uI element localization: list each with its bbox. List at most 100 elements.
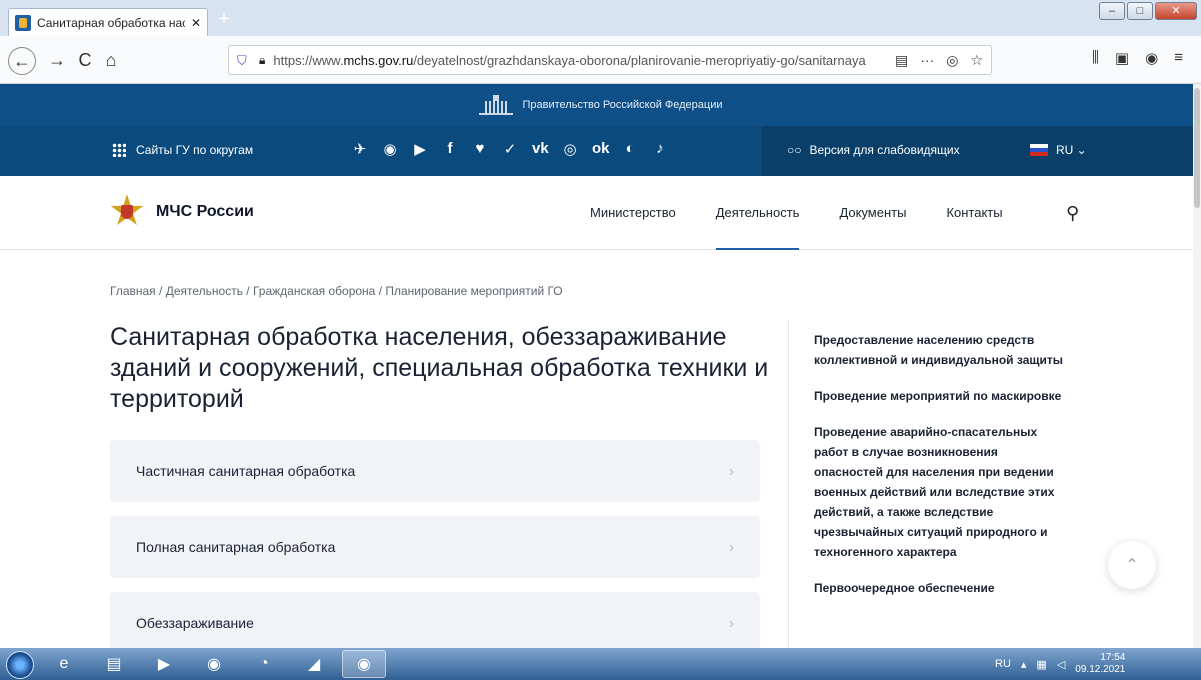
heart-icon[interactable]: ♥ xyxy=(472,140,488,158)
reader-view-icon[interactable]: ▤ xyxy=(895,52,908,69)
main-content: ГлавнаяДеятельностьГражданская оборонаПл… xyxy=(0,250,1201,654)
social-links: ✈ ◉ ▶ f ♥ ✓ vk ◎ ok ◐ ♪ xyxy=(352,140,668,158)
menu-item-documents[interactable]: Документы xyxy=(839,176,906,250)
home-button[interactable]: ⌂ xyxy=(100,49,122,71)
gov-banner[interactable]: Правительство Российской Федерации xyxy=(0,84,1201,126)
browser-tab[interactable]: Санитарная обработка населения ✕ xyxy=(8,8,208,36)
regional-sites-label: Сайты ГУ по округам xyxy=(136,143,254,157)
page-actions-icon[interactable]: ··· xyxy=(920,52,934,69)
library-icon[interactable]: ⫼ xyxy=(1092,49,1099,67)
browser-toolbar: ← → C ⌂ ⛉ 🔒︎ https://www.mchs.gov.ru/dey… xyxy=(0,36,1201,84)
menu-item-activity[interactable]: Деятельность xyxy=(715,176,799,250)
top-bar: Сайты ГУ по округам ✈ ◉ ▶ f ♥ ✓ vk ◎ ok … xyxy=(0,126,1201,176)
clock-date: 09.12.2021 xyxy=(1075,664,1126,675)
sidebar-links: Предоставление населению средств коллект… xyxy=(814,330,1064,614)
scrollbar-thumb[interactable] xyxy=(1194,88,1200,208)
breadcrumb-civil-defense[interactable]: Гражданская оборона xyxy=(243,284,375,298)
browser-tabbar: Санитарная обработка населения ✕ + – □ ✕ xyxy=(0,0,1201,36)
russia-flag-icon xyxy=(1030,144,1048,156)
language-indicator[interactable]: RU xyxy=(995,658,1011,670)
twitter-icon[interactable]: ✓ xyxy=(502,140,518,158)
odnoklassniki-icon[interactable]: ok xyxy=(592,140,610,158)
accessibility-label: Версия для слабовидящих xyxy=(809,143,960,157)
reload-button[interactable]: C xyxy=(74,49,96,71)
site-favicon-icon xyxy=(15,14,31,31)
card-partial-sanitation[interactable]: Частичная санитарная обработка › xyxy=(110,440,760,502)
regional-sites-link[interactable]: Сайты ГУ по округам xyxy=(112,143,253,157)
breadcrumb-home[interactable]: Главная xyxy=(110,284,156,298)
app-icon[interactable]: ◔ xyxy=(242,650,286,678)
site-logo[interactable]: МЧС России xyxy=(110,190,254,234)
viber-icon[interactable]: ◐ xyxy=(622,140,638,158)
vk-icon[interactable]: vk xyxy=(532,140,549,158)
firefox-icon[interactable]: ◉ xyxy=(192,650,236,678)
card-disinfection[interactable]: Обеззараживание › xyxy=(110,592,760,654)
maximize-button[interactable]: □ xyxy=(1127,2,1153,20)
sidebar-link-protection[interactable]: Предоставление населению средств коллект… xyxy=(814,330,1064,370)
page-scrollbar[interactable] xyxy=(1193,84,1201,648)
card-label: Обеззараживание xyxy=(136,615,254,631)
tablet-icon[interactable]: ◢ xyxy=(292,650,336,678)
language-label: RU ⌄ xyxy=(1056,143,1087,157)
volume-icon[interactable]: ◁ xyxy=(1057,658,1065,671)
back-button[interactable]: ← xyxy=(8,47,36,75)
tray-arrow-icon[interactable]: ▴ xyxy=(1021,658,1027,671)
breadcrumb-activity[interactable]: Деятельность xyxy=(156,284,243,298)
search-icon[interactable]: ⚲ xyxy=(1066,203,1079,224)
card-full-sanitation[interactable]: Полная санитарная обработка › xyxy=(110,516,760,578)
menu-icon[interactable]: ≡ xyxy=(1174,49,1183,67)
mchs-emblem-icon xyxy=(110,190,144,234)
sidebar-link-rescue-works[interactable]: Проведение аварийно-спасательных работ в… xyxy=(814,422,1064,562)
breadcrumb-planning[interactable]: Планирование мероприятий ГО xyxy=(375,284,562,298)
start-button[interactable] xyxy=(0,648,36,680)
youtube-icon[interactable]: ▶ xyxy=(412,140,428,158)
card-label: Частичная санитарная обработка xyxy=(136,463,356,479)
tiktok-icon[interactable]: ♪ xyxy=(652,140,668,158)
scroll-to-top-button[interactable]: ⌃ xyxy=(1108,541,1156,589)
sidebar-icon[interactable]: ▣ xyxy=(1115,49,1129,67)
url-text[interactable]: https://www.mchs.gov.ru/deyatelnost/graz… xyxy=(273,53,885,68)
tab-title: Санитарная обработка населения xyxy=(37,15,185,30)
sidebar-link-priority-support[interactable]: Первоочередное обеспечение xyxy=(814,578,1064,598)
address-bar[interactable]: ⛉ 🔒︎ https://www.mchs.gov.ru/deyatelnost… xyxy=(228,45,992,75)
telegram-icon[interactable]: ✈ xyxy=(352,140,368,158)
minimize-button[interactable]: – xyxy=(1099,2,1125,20)
clock[interactable]: 17:54 09.12.2021 xyxy=(1075,652,1125,676)
forward-button[interactable]: → xyxy=(46,49,68,71)
zen-icon[interactable]: ◉ xyxy=(382,140,398,158)
instagram-icon[interactable]: ◎ xyxy=(562,140,578,158)
chevron-right-icon: › xyxy=(729,614,734,632)
sidebar-link-camouflage[interactable]: Проведение мероприятий по маскировке xyxy=(814,386,1064,406)
card-label: Полная санитарная обработка xyxy=(136,539,336,555)
facebook-icon[interactable]: f xyxy=(442,140,458,158)
url-tools: ▤ ··· ◎ ☆ xyxy=(895,52,983,69)
internet-explorer-icon[interactable]: e xyxy=(42,650,86,678)
clock-time: 17:54 xyxy=(1100,652,1126,663)
chevron-right-icon: › xyxy=(729,462,734,480)
menu-item-ministry[interactable]: Министерство xyxy=(590,176,676,250)
network-icon[interactable]: ▦ xyxy=(1036,658,1046,671)
accessibility-link[interactable]: ○○ Версия для слабовидящих xyxy=(787,143,960,157)
pocket-icon[interactable]: ◎ xyxy=(946,52,958,69)
file-explorer-icon[interactable]: ▤ xyxy=(92,650,136,678)
section-list: Частичная санитарная обработка › Полная … xyxy=(110,440,760,668)
firefox-active-icon[interactable]: ◉ xyxy=(342,650,386,678)
lock-icon[interactable]: 🔒︎ xyxy=(259,53,265,68)
sidebar-divider xyxy=(788,320,789,650)
tab-close-icon[interactable]: ✕ xyxy=(191,16,201,30)
account-icon[interactable]: ◉ xyxy=(1145,49,1158,67)
government-building-icon xyxy=(478,95,513,115)
screen: Санитарная обработка населения ✕ + – □ ✕… xyxy=(0,0,1201,680)
system-tray: RU ▴ ▦ ◁ 17:54 09.12.2021 xyxy=(995,648,1125,680)
bookmark-star-icon[interactable]: ☆ xyxy=(970,52,983,69)
new-tab-button[interactable]: + xyxy=(214,8,234,30)
window-close-button[interactable]: ✕ xyxy=(1155,2,1197,20)
language-selector[interactable]: RU ⌄ xyxy=(1030,143,1087,157)
site-header: МЧС России Министерство Деятельность Док… xyxy=(0,176,1201,250)
menu-item-contacts[interactable]: Контакты xyxy=(946,176,1002,250)
media-player-icon[interactable]: ▶ xyxy=(142,650,186,678)
grid-icon xyxy=(112,143,126,157)
browser-right-tools: ⫼ ▣ ◉ ≡ xyxy=(1092,49,1183,67)
gov-banner-text: Правительство Российской Федерации xyxy=(522,99,723,111)
tracking-shield-icon[interactable]: ⛉ xyxy=(237,53,251,68)
